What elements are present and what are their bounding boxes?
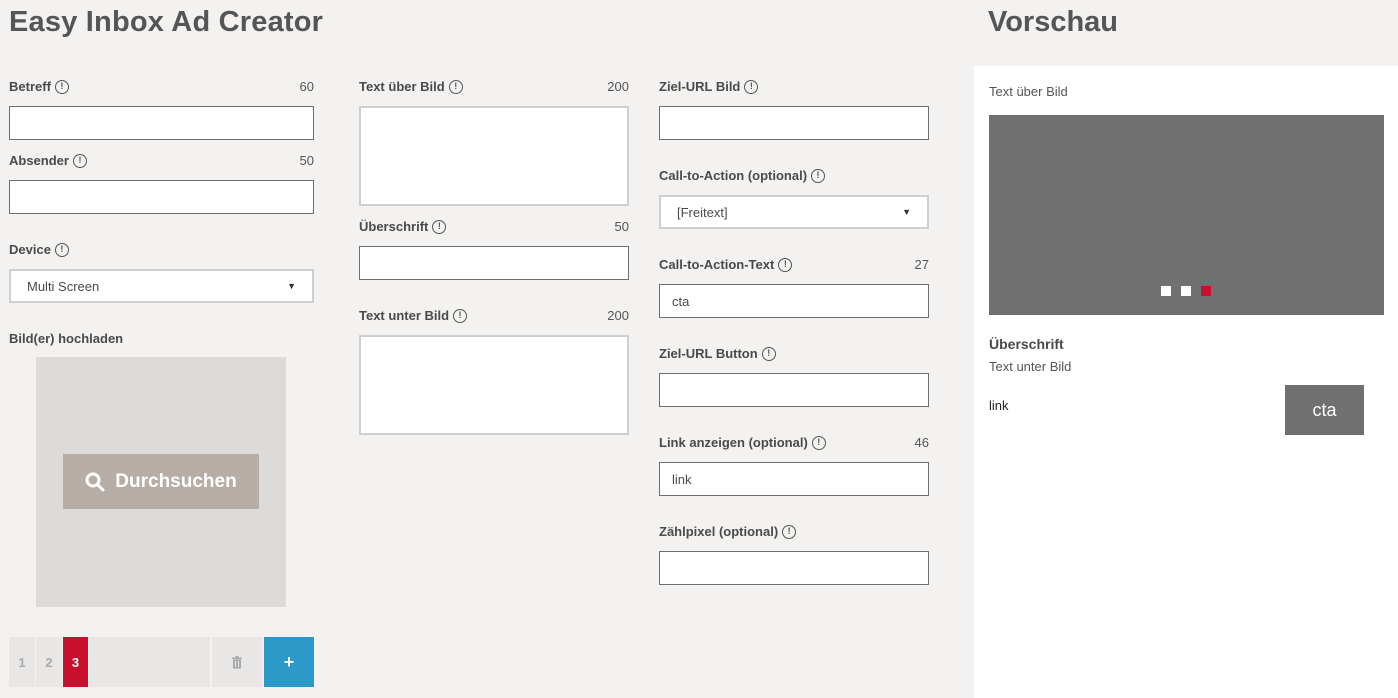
carousel-dot-1[interactable] xyxy=(1161,286,1171,296)
link-input[interactable] xyxy=(659,462,929,496)
device-label: Device ! xyxy=(9,242,69,257)
carousel-dot-3[interactable] xyxy=(1201,286,1211,296)
cta-select[interactable]: [Freitext] ▼ xyxy=(659,195,929,229)
preview-panel: Text über Bild Überschrift Text unter Bi… xyxy=(974,66,1398,698)
chevron-down-icon: ▼ xyxy=(287,281,296,291)
info-icon[interactable]: ! xyxy=(54,79,69,94)
cta-label: Call-to-Action (optional) ! xyxy=(659,168,826,183)
ziel-url-button-label: Ziel-URL Button ! xyxy=(659,346,776,361)
ueberschrift-counter: 50 xyxy=(614,219,629,234)
info-icon[interactable]: ! xyxy=(432,219,447,234)
page-1-button[interactable]: 1 xyxy=(9,637,35,687)
preview-text-ueber: Text über Bild xyxy=(989,84,1068,99)
add-image-button[interactable]: + xyxy=(264,637,314,687)
preview-text-unter: Text unter Bild xyxy=(989,359,1072,374)
chevron-down-icon: ▼ xyxy=(902,207,911,217)
info-icon[interactable]: ! xyxy=(811,168,826,183)
text-ueber-label: Text über Bild ! xyxy=(359,79,463,94)
text-unter-textarea[interactable] xyxy=(359,335,629,435)
cta-text-input[interactable] xyxy=(659,284,929,318)
preview-image[interactable] xyxy=(989,115,1384,315)
cta-text-label: Call-to-Action-Text ! xyxy=(659,257,793,272)
ueberschrift-label: Überschrift ! xyxy=(359,219,447,234)
info-icon[interactable]: ! xyxy=(72,153,87,168)
info-icon[interactable]: ! xyxy=(448,79,463,94)
info-icon[interactable]: ! xyxy=(761,346,776,361)
search-icon xyxy=(85,472,105,491)
device-select[interactable]: Multi Screen ▼ xyxy=(9,269,314,303)
info-icon[interactable]: ! xyxy=(811,435,826,450)
link-label: Link anzeigen (optional) ! xyxy=(659,435,826,450)
browse-button[interactable]: Durchsuchen xyxy=(63,454,259,509)
ziel-url-button-input[interactable] xyxy=(659,373,929,407)
info-icon[interactable]: ! xyxy=(453,308,468,323)
betreff-label: Betreff ! xyxy=(9,79,69,94)
text-ueber-textarea[interactable] xyxy=(359,106,629,206)
image-upload-dropzone[interactable]: Durchsuchen xyxy=(36,357,286,607)
pixel-input[interactable] xyxy=(659,551,929,585)
preview-link[interactable]: link xyxy=(989,398,1009,413)
pager-spacer xyxy=(89,637,210,687)
preview-title: Vorschau xyxy=(988,6,1119,38)
page-title: Easy Inbox Ad Creator xyxy=(9,6,324,38)
carousel-dot-2[interactable] xyxy=(1181,286,1191,296)
preview-heading: Überschrift xyxy=(989,336,1064,352)
absender-input[interactable] xyxy=(9,180,314,214)
info-icon[interactable]: ! xyxy=(778,257,793,272)
link-counter: 46 xyxy=(914,435,929,450)
text-ueber-counter: 200 xyxy=(607,79,629,94)
absender-label: Absender ! xyxy=(9,153,87,168)
page-3-button[interactable]: 3 xyxy=(63,637,88,687)
cta-text-counter: 27 xyxy=(914,257,929,272)
betreff-counter: 60 xyxy=(299,79,314,94)
ziel-url-bild-label: Ziel-URL Bild ! xyxy=(659,79,759,94)
preview-cta-button[interactable]: cta xyxy=(1285,385,1364,435)
info-icon[interactable]: ! xyxy=(782,524,797,539)
pixel-label: Zählpixel (optional) ! xyxy=(659,524,797,539)
page-2-button[interactable]: 2 xyxy=(36,637,62,687)
text-unter-label: Text unter Bild ! xyxy=(359,308,468,323)
upload-label: Bild(er) hochladen xyxy=(9,331,124,346)
text-unter-counter: 200 xyxy=(607,308,629,323)
betreff-input[interactable] xyxy=(9,106,314,140)
ziel-url-bild-input[interactable] xyxy=(659,106,929,140)
delete-image-button[interactable] xyxy=(212,637,262,687)
trash-icon xyxy=(232,655,242,668)
absender-counter: 50 xyxy=(299,153,314,168)
ueberschrift-input[interactable] xyxy=(359,246,629,280)
info-icon[interactable]: ! xyxy=(744,79,759,94)
info-icon[interactable]: ! xyxy=(54,242,69,257)
